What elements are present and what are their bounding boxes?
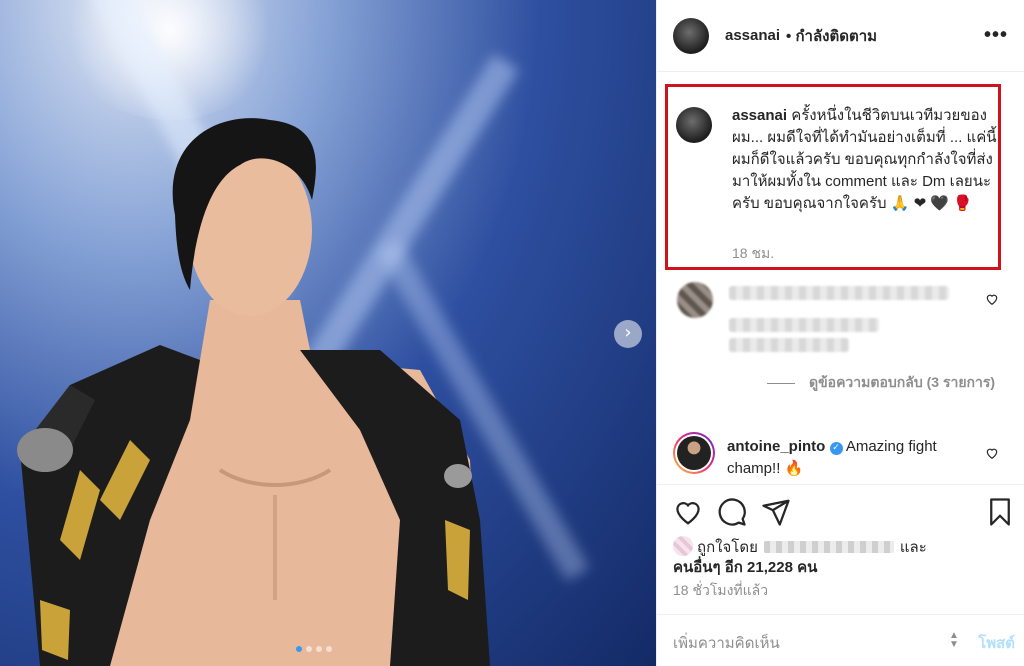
post-header: assanai • กำลังติดตาม ••• <box>657 0 1024 72</box>
blurred-avatar <box>677 282 713 318</box>
post-side-panel: assanai • กำลังติดตาม ••• assanai ครั้งห… <box>656 0 1024 666</box>
bookmark-icon[interactable] <box>985 497 1015 527</box>
commenter-username[interactable]: antoine_pinto <box>727 438 825 455</box>
caption-username[interactable]: assanai <box>732 107 787 124</box>
post-comment-button[interactable]: โพสต์ <box>978 631 1015 655</box>
caption-text-block: assanai ครั้งหนึ่งในชีวิตบนเวทีมวยของผม.… <box>732 105 1002 215</box>
post-action-bar <box>657 484 1024 540</box>
caption-author-avatar[interactable] <box>676 107 712 143</box>
view-replies-label: ดูข้อความตอบกลับ (3 รายการ) <box>809 374 996 390</box>
resize-handle-icon: ▲ ▼ <box>949 630 959 650</box>
carousel-dot <box>326 646 332 652</box>
share-plane-icon[interactable] <box>761 497 791 527</box>
like-heart-icon[interactable] <box>673 497 703 527</box>
caption-highlight-box: assanai ครั้งหนึ่งในชีวิตบนเวทีมวยของผม.… <box>665 84 1001 270</box>
commenter-avatar[interactable] <box>673 432 715 474</box>
blurred-text <box>729 318 879 332</box>
likes-summary: ถูกใจโดย และ คนอื่นๆ อีก 21,228 คน <box>673 536 1013 578</box>
verified-badge-icon: ✓ <box>829 442 843 455</box>
comment-text-block: antoine_pinto ✓ Amazing fight champ!! 🔥 <box>727 436 977 480</box>
more-options-icon[interactable]: ••• <box>984 24 1008 47</box>
author-username[interactable]: assanai <box>725 27 780 44</box>
follow-status[interactable]: • กำลังติดตาม <box>786 24 877 48</box>
comment-input[interactable]: เพิ่มความคิดเห็น <box>673 631 780 655</box>
carousel-dot <box>316 646 322 652</box>
blurred-comment <box>673 282 1013 362</box>
view-replies-link[interactable]: ดูข้อความตอบกลับ (3 รายการ) <box>767 372 1007 392</box>
like-comment-heart-icon[interactable] <box>985 446 999 460</box>
likes-others-count[interactable]: คนอื่นๆ อีก 21,228 คน <box>673 559 817 576</box>
author-avatar[interactable] <box>673 17 709 54</box>
blurred-text <box>729 286 949 300</box>
caption-timestamp: 18 ชม. <box>732 245 775 261</box>
comment-bubble-icon[interactable] <box>717 497 747 527</box>
liked-by-prefix: ถูกใจโดย <box>697 539 758 556</box>
carousel-dot <box>296 646 302 652</box>
carousel-dot <box>306 646 312 652</box>
post-timestamp[interactable]: 18 ชั่วโมงที่แล้ว <box>673 580 768 602</box>
blurred-text <box>729 338 849 352</box>
boxer-figure <box>17 118 490 666</box>
add-comment-bar: เพิ่มความคิดเห็น ▲ ▼ โพสต์ <box>657 614 1024 666</box>
carousel-next-button[interactable]: › <box>614 320 642 348</box>
carousel-dots <box>296 646 332 652</box>
caption-emojis: 🙏 ❤ 🖤 🥊 <box>890 195 972 212</box>
like-comment-heart-icon[interactable] <box>985 292 999 306</box>
post-photo[interactable]: › <box>0 0 656 666</box>
replies-dash <box>767 382 795 384</box>
likes-and-label: และ <box>899 539 927 556</box>
liker-avatar[interactable] <box>673 536 693 556</box>
blurred-liker-name[interactable] <box>763 541 894 553</box>
